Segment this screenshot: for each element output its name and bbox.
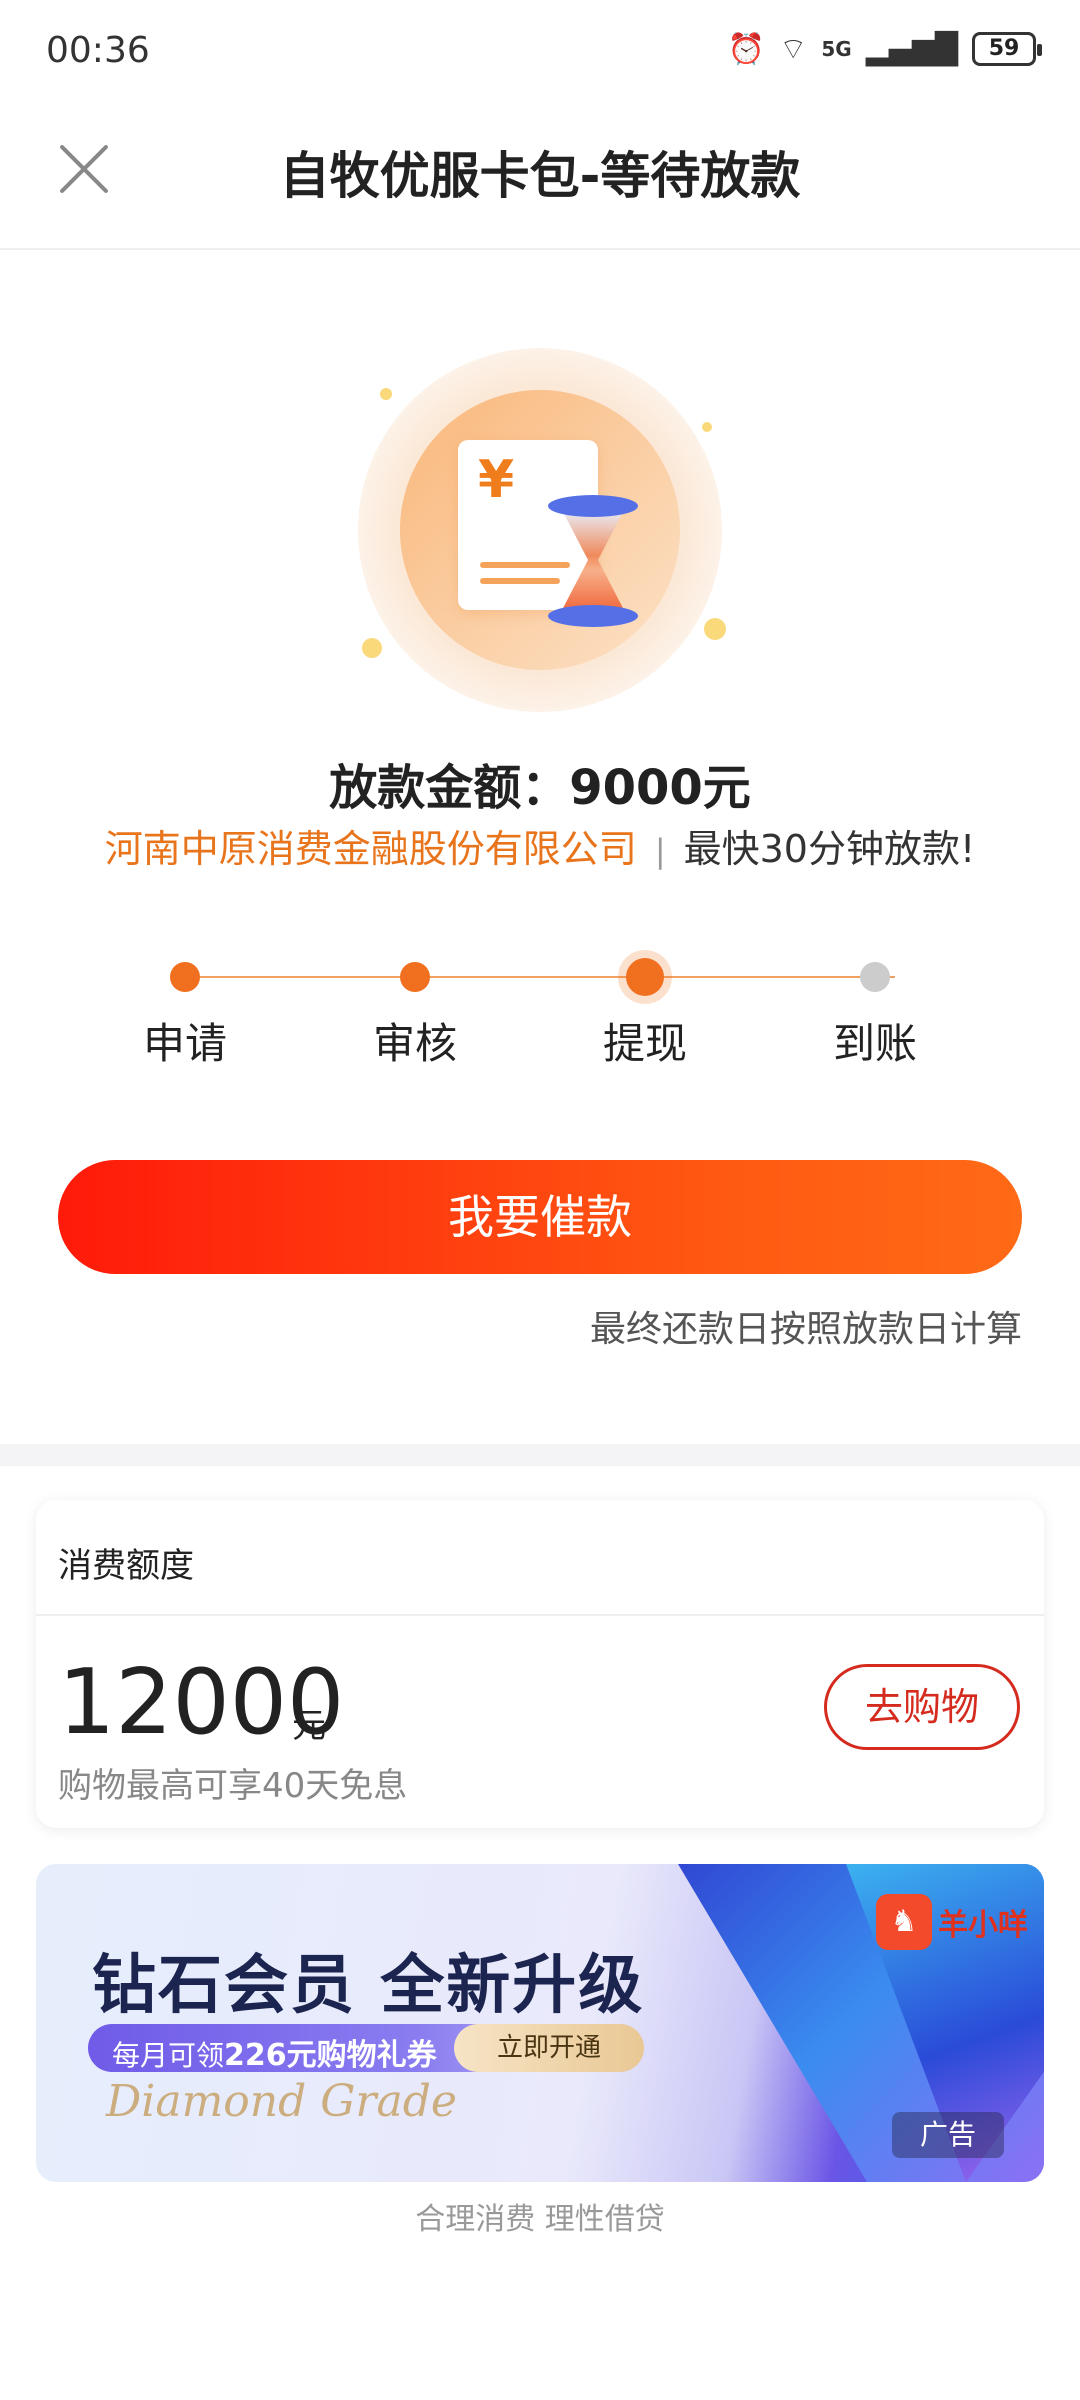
credit-title: 消费额度 [58,1546,194,1586]
step-label: 到账 [832,1019,917,1068]
loan-amount: 放款金额：9000元 [329,760,751,816]
step-node-current [626,958,664,996]
waiting-illustration: ¥ [340,330,740,730]
status-icons: ⏰ ⌔ 5G ▂▄▆█ 59 [727,30,1042,68]
section-divider [0,1444,1080,1466]
sheep-logo-icon: ♞ [876,1894,932,1950]
disbursement-speed: 最快30分钟放款! [683,827,976,871]
sparkle-dot [702,422,712,432]
signal-5g-label: 5G [821,37,852,61]
sparkle-dot [704,618,726,640]
wifi-icon: ⌔ [779,32,808,67]
signal-icon: ▂▄▆█ [865,31,958,67]
hourglass-top [548,495,638,517]
step-node [400,962,430,992]
battery-icon: 59 [972,32,1042,66]
step-label: 审核 [372,1019,457,1068]
step-label: 申请 [142,1019,227,1068]
sparkle-dot [362,638,382,658]
step-arrival: 到账 [800,960,950,1071]
step-node [170,962,200,992]
step-label: 提现 [602,1019,687,1068]
divider [36,1614,1044,1616]
banner-script-text: Diamond Grade [106,2076,457,2127]
lender-line: 河南中原消费金融股份有限公司 | 最快30分钟放款! [0,818,1080,873]
progress-steps: 申请 审核 提现 到账 [110,958,970,1080]
footer-slogan: 合理消费 理性借贷 [415,2202,665,2237]
brand-logo: ♞ 羊小咩 [876,1894,1028,1950]
go-shopping-button[interactable]: 去购物 [824,1664,1020,1750]
page-title: 自牧优服卡包-等待放款 [279,147,801,205]
open-now-button[interactable]: 立即开通 [454,2024,644,2072]
pill-prefix: 每月可领 [112,2039,225,2072]
credit-subtitle: 购物最高可享40天免息 [58,1766,408,1806]
banner-headline: 钻石会员 全新升级 [92,1949,645,2023]
repayment-note: 最终还款日按照放款日计算 [589,1309,1022,1350]
credit-unit: 元 [292,1706,326,1746]
step-apply: 申请 [110,960,260,1071]
diamond-member-banner[interactable]: 钻石会员 全新升级 每月可领226元购物礼券 立即开通 Diamond Grad… [36,1864,1044,2182]
step-withdraw: 提现 [570,958,720,1071]
hourglass-bottom [548,605,638,627]
brand-name: 羊小咩 [938,1908,1028,1943]
document-line [480,562,570,568]
pill-highlight: 226元购物礼券 [224,2038,437,2073]
progress-track [185,976,895,978]
ad-badge: 广告 [892,2112,1004,2158]
document-line [480,578,560,584]
status-time: 00:36 [46,30,150,71]
lender-name: 河南中原消费金融股份有限公司 [104,827,637,871]
alarm-icon: ⏰ [727,31,766,67]
sparkle-dot [380,388,392,400]
separator: | [654,832,666,870]
app-header: 自牧优服卡包-等待放款 [0,100,1080,250]
credit-card: 消费额度 12000 元 购物最高可享40天免息 去购物 [36,1500,1044,1828]
step-review: 审核 [340,960,490,1071]
banner-pill-text: 每月可领226元购物礼券 [112,2030,437,2074]
urge-disbursement-button[interactable]: 我要催款 [58,1160,1022,1274]
step-node-pending [860,962,890,992]
status-bar: 00:36 ⏰ ⌔ 5G ▂▄▆█ 59 [0,0,1080,100]
yen-icon: ¥ [478,450,515,510]
